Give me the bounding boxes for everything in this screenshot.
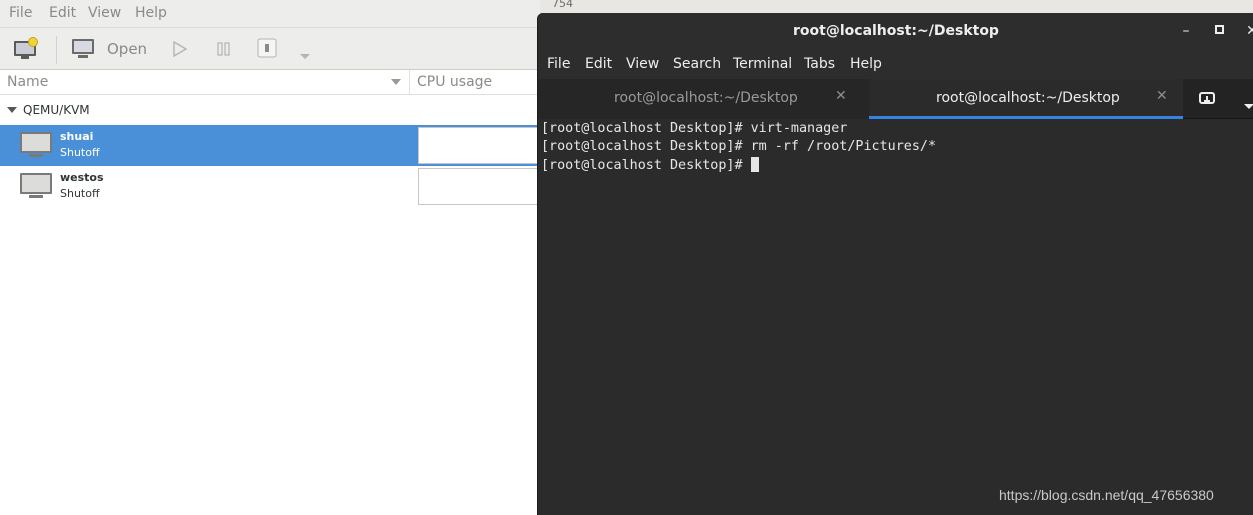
tab-terminal-1[interactable]: root@localhost:~/Desktop ✕ — [538, 79, 869, 119]
connection-group-row[interactable]: QEMU/KVM — [0, 95, 560, 125]
vm-state: Shutoff — [60, 146, 100, 159]
vm-name: shuai — [60, 130, 94, 143]
vm-menu-help[interactable]: Help — [135, 5, 167, 21]
play-icon — [173, 40, 188, 58]
sort-arrow-icon — [391, 79, 401, 85]
terminal-tab-bar: root@localhost:~/Desktop ✕ root@localhos… — [538, 79, 1253, 119]
tab-label: root@localhost:~/Desktop — [936, 90, 1120, 106]
new-tab-button[interactable] — [1198, 89, 1216, 111]
name-column-label: Name — [7, 74, 49, 90]
open-button-label[interactable]: Open — [107, 40, 147, 58]
term-menu-terminal[interactable]: Terminal — [733, 56, 792, 72]
tab-close-icon[interactable]: ✕ — [835, 88, 847, 104]
connection-label: QEMU/KVM — [23, 103, 90, 117]
toolbar-separator — [56, 36, 57, 64]
term-menu-view[interactable]: View — [626, 56, 659, 72]
term-menu-edit[interactable]: Edit — [585, 56, 612, 72]
terminal-line: [root@localhost Desktop]# rm -rf /root/P… — [541, 139, 937, 154]
close-button[interactable]: ✕ — [1243, 22, 1253, 40]
terminal-title: root@localhost:~/Desktop — [793, 23, 999, 39]
vm-menu-view[interactable]: View — [88, 5, 121, 21]
new-vm-icon — [14, 37, 38, 59]
term-menu-file[interactable]: File — [547, 56, 570, 72]
name-column-header[interactable]: Name — [0, 70, 410, 95]
new-vm-button[interactable] — [13, 37, 39, 65]
tab-label: root@localhost:~/Desktop — [614, 90, 798, 106]
open-button[interactable] — [71, 38, 97, 64]
chevron-down-icon — [1244, 104, 1253, 109]
terminal-titlebar[interactable]: root@localhost:~/Desktop – ✕ — [538, 13, 1253, 50]
vm-name: westos — [60, 171, 104, 184]
terminal-prompt-line: [root@localhost Desktop]# — [541, 157, 759, 173]
vm-list-header: Name CPU usage — [0, 70, 560, 95]
vm-row-shuai[interactable]: shuai Shutoff — [0, 125, 560, 166]
vm-menu-file[interactable]: File — [9, 5, 32, 21]
terminal-output[interactable]: [root@localhost Desktop]# virt-manager [… — [538, 119, 1253, 515]
tab-close-icon[interactable]: ✕ — [1156, 88, 1168, 104]
terminal-menubar: File Edit View Search Terminal Tabs Help — [538, 50, 1253, 79]
vm-state: Shutoff — [60, 187, 100, 200]
shutdown-button[interactable] — [257, 38, 277, 62]
new-tab-icon — [1199, 92, 1215, 104]
vm-menu-edit[interactable]: Edit — [49, 5, 76, 21]
vm-toolbar: Open — [0, 28, 560, 70]
chevron-down-icon — [300, 54, 310, 59]
shutdown-menu-button[interactable] — [299, 46, 311, 65]
tab-list-button[interactable] — [1244, 96, 1253, 115]
vm-row-westos[interactable]: westos Shutoff — [0, 166, 560, 207]
monitor-icon — [72, 39, 94, 58]
maximize-button[interactable] — [1211, 21, 1229, 39]
desktop: File Edit View Help Open Name CPU usage … — [0, 0, 1253, 515]
terminal-line: [root@localhost Desktop]# — [541, 158, 751, 173]
virt-manager-window: File Edit View Help Open Name CPU usage … — [0, 0, 560, 515]
vm-monitor-icon — [20, 132, 52, 157]
terminal-line: [root@localhost Desktop]# virt-manager — [541, 121, 848, 136]
maximize-icon — [1215, 25, 1224, 34]
background-window-edge: 754 — [540, 0, 1253, 14]
terminal-cursor — [750, 157, 759, 172]
term-menu-tabs[interactable]: Tabs — [804, 56, 835, 72]
background-window-text: 754 — [552, 0, 573, 10]
tab-terminal-2[interactable]: root@localhost:~/Desktop ✕ — [869, 79, 1183, 119]
pause-icon — [217, 42, 230, 56]
pause-button[interactable] — [216, 40, 232, 62]
terminal-window: root@localhost:~/Desktop – ✕ File Edit V… — [537, 13, 1253, 515]
minimize-button[interactable]: – — [1177, 22, 1195, 40]
expander-icon[interactable] — [7, 107, 17, 113]
term-menu-help[interactable]: Help — [850, 56, 882, 72]
cpu-usage-column-header[interactable]: CPU usage — [417, 74, 492, 90]
term-menu-search[interactable]: Search — [673, 56, 721, 72]
run-button[interactable] — [172, 40, 188, 62]
vm-menubar: File Edit View Help — [0, 0, 560, 28]
watermark: https://blog.csdn.net/qq_47656380 — [999, 487, 1214, 503]
stop-icon — [257, 38, 277, 58]
vm-monitor-icon — [20, 173, 52, 198]
